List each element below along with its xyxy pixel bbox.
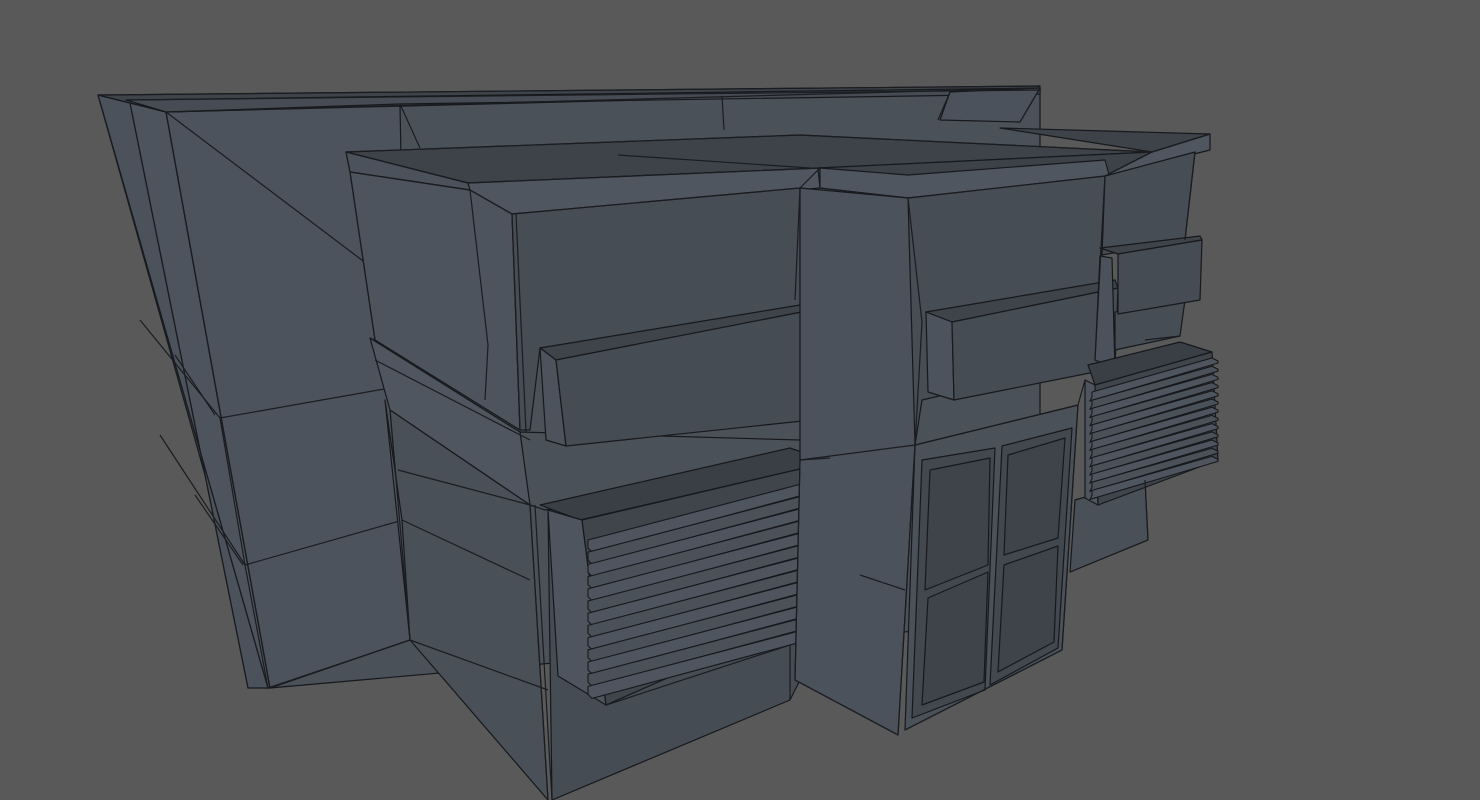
- building-model[interactable]: [0, 0, 1480, 800]
- double-door[interactable]: [904, 404, 1079, 731]
- 3d-viewport[interactable]: [0, 0, 1480, 800]
